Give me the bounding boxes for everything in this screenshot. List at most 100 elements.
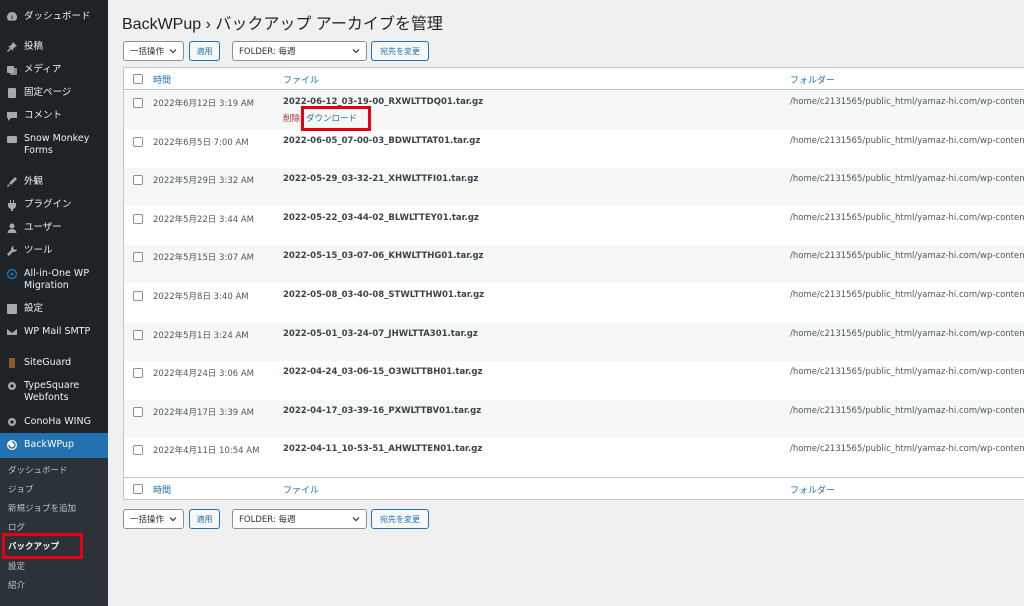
row-file-name: 2022-04-11_10-53-51_AHWLTTEN01.tar.gz (283, 444, 483, 455)
row-date: 2022年5月1日 3:24 AM (153, 330, 249, 341)
sidebar-item-posts[interactable]: 投稿 (0, 41, 108, 53)
row-checkbox[interactable] (133, 291, 143, 301)
folder-select-top[interactable]: FOLDER: 毎週 (232, 41, 367, 61)
row-date: 2022年6月12日 3:19 AM (153, 99, 254, 109)
row-date: 2022年4月17日 3:39 AM (153, 407, 254, 418)
row-date: 2022年6月5日 7:00 AM (153, 137, 249, 148)
submenu-item-dashboard[interactable]: ダッシュボード (8, 464, 68, 476)
folder-select-bottom[interactable]: FOLDER: 毎週 (232, 509, 367, 529)
row-file-name: 2022-05-01_03-24-07_JHWLTTA301.tar.gz (283, 328, 478, 339)
row-checkbox[interactable] (133, 98, 143, 108)
select-all-checkbox[interactable] (133, 74, 143, 84)
table-footer: 時間 ファイル フォルダー (124, 477, 1024, 499)
sidebar-item-typesquare[interactable]: TypeSquare Webfonts (0, 380, 108, 404)
sidebar-item-label: プラグイン (24, 199, 72, 210)
column-time-footer[interactable]: 時間 (153, 483, 171, 496)
tool-icon (0, 245, 24, 257)
sidebar-item-media[interactable]: メディア (0, 64, 108, 76)
bulk-action-select-bottom[interactable]: 一括操作 (123, 509, 184, 529)
row-checkbox[interactable] (133, 406, 143, 417)
apply-button-bottom[interactable]: 適用 (189, 509, 220, 529)
sidebar-item-snow-monkey-forms[interactable]: Snow Monkey Forms (0, 133, 108, 157)
sidebar-item-conoha-wing[interactable]: ConoHa WING (0, 416, 108, 428)
sidebar-item-wp-mail-smtp[interactable]: WP Mail SMTP (0, 326, 108, 338)
gear-icon (0, 380, 24, 392)
sidebar-item-dashboard[interactable]: ダッシュボード (0, 11, 108, 23)
chevron-down-icon (352, 517, 360, 522)
sidebar-item-pages[interactable]: 固定ページ (0, 87, 108, 99)
column-time[interactable]: 時間 (153, 73, 171, 86)
apply-button-top[interactable]: 適用 (189, 41, 220, 61)
change-destination-button-bottom[interactable]: 宛先を変更 (371, 509, 429, 529)
row-checkbox[interactable] (133, 252, 143, 263)
submenu-item-logs[interactable]: ログ (8, 521, 25, 533)
row-date: 2022年5月15日 3:07 AM (153, 253, 254, 264)
row-checkbox[interactable] (133, 445, 143, 456)
sidebar-item-backwpup[interactable]: BackWPup (0, 433, 108, 458)
row-folder: /home/c2131565/public_html/yamaz-hi.com/… (790, 444, 1024, 455)
sidebar-item-label: ユーザー (24, 222, 62, 233)
comment-icon (0, 110, 24, 122)
sidebar-item-comments[interactable]: コメント (0, 110, 108, 122)
row-folder: /home/c2131565/public_html/yamaz-hi.com/… (790, 135, 1024, 146)
sidebar-item-label: SiteGuard (24, 357, 72, 368)
backwpup-icon (0, 439, 24, 451)
table-row: 2022年4月17日 3:39 AM 2022-04-17_03-39-16_PX… (124, 399, 1024, 438)
change-destination-button-top[interactable]: 宛先を変更 (371, 41, 429, 61)
row-folder: /home/c2131565/public_html/yamaz-hi.com/… (790, 405, 1024, 416)
chevron-down-icon (169, 49, 177, 54)
appearance-icon (0, 176, 24, 188)
sidebar-item-settings[interactable]: 設定 (0, 303, 108, 315)
select-all-checkbox-footer[interactable] (133, 484, 143, 494)
row-folder: /home/c2131565/public_html/yamaz-hi.com/… (790, 328, 1024, 339)
bulk-action-label: 一括操作 (130, 515, 165, 525)
bulk-action-select-top[interactable]: 一括操作 (123, 41, 184, 61)
sidebar-item-label: BackWPup (24, 439, 75, 450)
row-date: 2022年4月24日 3:06 AM (153, 369, 254, 380)
sidebar-item-label: 投稿 (24, 41, 44, 52)
row-file-name: 2022-05-08_03-40-08_STWLTTHW01.tar.gz (283, 290, 485, 300)
row-checkbox[interactable] (133, 175, 143, 186)
backwpup-submenu: ダッシュボード ジョブ 新規ジョブを追加 ログ バックアップ 設定 紹介 (0, 458, 108, 606)
sidebar-item-users[interactable]: ユーザー (0, 222, 108, 234)
submenu-item-about[interactable]: 紹介 (8, 579, 25, 591)
column-folder-footer[interactable]: フォルダー (790, 483, 835, 496)
settings-icon (0, 303, 24, 315)
row-file-name: 2022-06-05_07-00-03_BDWLTTAT01.tar.gz (283, 135, 481, 146)
row-checkbox[interactable] (133, 213, 143, 224)
submenu-item-add-job[interactable]: 新規ジョブを追加 (8, 502, 76, 514)
submenu-item-settings[interactable]: 設定 (8, 560, 25, 572)
table-row: 2022年5月15日 3:07 AM 2022-05-15_03-07-06_KH… (124, 245, 1024, 284)
plugin-icon (0, 199, 24, 211)
sidebar-item-plugins[interactable]: プラグイン (0, 199, 108, 211)
table-row: 2022年4月11日 10:54 AM 2022-04-11_10-53-51_A… (124, 438, 1024, 476)
sidebar-item-all-in-one-migration[interactable]: All-in-One WP Migration (0, 268, 108, 292)
row-file-name: 2022-04-24_03-06-15_O3WLTTBH01.tar.gz (283, 367, 483, 378)
admin-sidebar: ダッシュボード 投稿 メディア 固定ページ コメント Snow Monkey F… (0, 0, 108, 606)
sidebar-item-tools[interactable]: ツール (0, 245, 108, 257)
highlight-box-backups (2, 533, 83, 559)
pin-icon (0, 41, 24, 53)
row-file-name: 2022-05-22_03-44-02_BLWLTTEY01.tar.gz (283, 212, 479, 223)
delete-link[interactable]: 削除 (283, 114, 300, 124)
media-icon (0, 64, 24, 76)
row-checkbox[interactable] (133, 136, 143, 147)
sidebar-item-label: WP Mail SMTP (24, 326, 91, 337)
migration-icon (0, 268, 24, 280)
sidebar-item-label: 固定ページ (24, 87, 72, 98)
row-checkbox[interactable] (133, 329, 143, 340)
row-date: 2022年5月29日 3:32 AM (153, 176, 254, 187)
column-file[interactable]: ファイル (283, 73, 319, 86)
row-checkbox[interactable] (133, 368, 143, 379)
siteguard-icon (0, 357, 24, 369)
row-folder: /home/c2131565/public_html/yamaz-hi.com/… (790, 97, 1024, 107)
submenu-item-jobs[interactable]: ジョブ (8, 483, 34, 495)
sidebar-item-siteguard[interactable]: SiteGuard (0, 357, 108, 369)
table-row: 2022年5月29日 3:32 AM 2022-05-29_03-32-21_XH… (124, 168, 1024, 207)
row-date: 2022年4月11日 10:54 AM (153, 446, 260, 457)
sidebar-item-appearance[interactable]: 外観 (0, 176, 108, 188)
gear-icon (0, 416, 24, 428)
row-file-name: 2022-04-17_03-39-16_PXWLTTBV01.tar.gz (283, 405, 482, 416)
column-file-footer[interactable]: ファイル (283, 483, 319, 496)
column-folder[interactable]: フォルダー (790, 73, 835, 86)
